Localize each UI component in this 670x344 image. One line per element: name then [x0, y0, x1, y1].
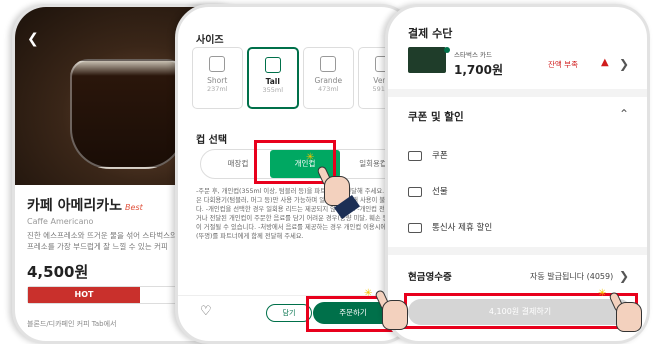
card-balance: 1,700원: [454, 63, 503, 77]
tap-hand-icon: [608, 291, 646, 336]
size-name: Grande: [314, 76, 343, 85]
tap-hand-icon: [316, 165, 361, 220]
size-volume: 237ml: [206, 85, 228, 93]
size-grande[interactable]: Grande 473ml: [303, 47, 354, 109]
back-arrow-icon[interactable]: ❮: [27, 31, 39, 47]
sparkle-icon: ✳: [306, 152, 315, 163]
size-name: Short: [207, 76, 228, 85]
card-name: 스타벅스 카드: [454, 51, 492, 59]
low-balance-label: 잔액 부족: [548, 60, 578, 69]
cash-receipt-value: 자동 발급됩니다 (4059): [530, 272, 614, 281]
row-label: 통신사 제휴 할인: [432, 223, 493, 233]
section-divider: [388, 247, 647, 255]
cash-receipt-label: 현금영수증: [408, 272, 452, 283]
row-label: 선물: [432, 187, 448, 197]
starbucks-card-image: [408, 47, 446, 73]
hot-option[interactable]: HOT: [28, 287, 140, 303]
footer-note: 블론드/디카페인 커피 Tab에서: [27, 320, 117, 328]
cup-notice: -주문 후, 개인컵(355ml 이상, 텀블러 등)을 파트너에게 전달해 주…: [196, 188, 410, 240]
gift-row[interactable]: 선물: [408, 185, 448, 197]
coupon-row[interactable]: 쿠폰: [408, 149, 448, 161]
carrier-discount-row[interactable]: 통신사 제휴 할인: [408, 221, 492, 233]
size-options: Short 237ml Tall 355ml Grande 473ml Venti 59…: [192, 47, 408, 109]
size-short[interactable]: Short 237ml: [192, 47, 243, 109]
size-volume: 355ml: [262, 86, 284, 94]
payment-method-title: 결제 수단: [408, 27, 453, 40]
cup-icon: [320, 56, 337, 72]
sparkle-icon: ✳: [364, 288, 373, 299]
section-divider: [388, 89, 647, 97]
sparkle-icon: ✳: [598, 288, 607, 299]
product-english-name: Caffe Americano: [27, 217, 94, 226]
tap-hand-icon: [374, 289, 412, 334]
cup-heading: 컵 선택: [196, 135, 228, 146]
phone-icon: [408, 222, 422, 233]
size-volume: 473ml: [317, 85, 339, 93]
size-tall[interactable]: Tall 355ml: [246, 47, 299, 109]
chevron-right-icon[interactable]: ❯: [619, 269, 629, 283]
row-label: 쿠폰: [432, 151, 448, 161]
coffee-cup-image: [70, 59, 185, 169]
product-price: 4,500원: [27, 263, 89, 281]
coupon-icon: [408, 150, 422, 161]
cup-icon: [264, 57, 281, 73]
size-heading: 사이즈: [196, 35, 224, 46]
heart-icon[interactable]: ♡: [200, 304, 212, 319]
chevron-right-icon[interactable]: ❯: [619, 57, 629, 71]
chevron-up-icon[interactable]: ⌃: [619, 107, 629, 121]
size-name: Tall: [265, 77, 280, 86]
coupon-section-title: 쿠폰 및 할인: [408, 111, 464, 123]
best-badge: Best: [125, 203, 143, 212]
gift-icon: [408, 186, 422, 197]
warning-icon: ▲: [601, 57, 609, 68]
cup-icon: [209, 56, 226, 72]
selected-dot-icon: [444, 47, 450, 53]
product-name: 카페 아메리카노 Best: [27, 198, 143, 214]
